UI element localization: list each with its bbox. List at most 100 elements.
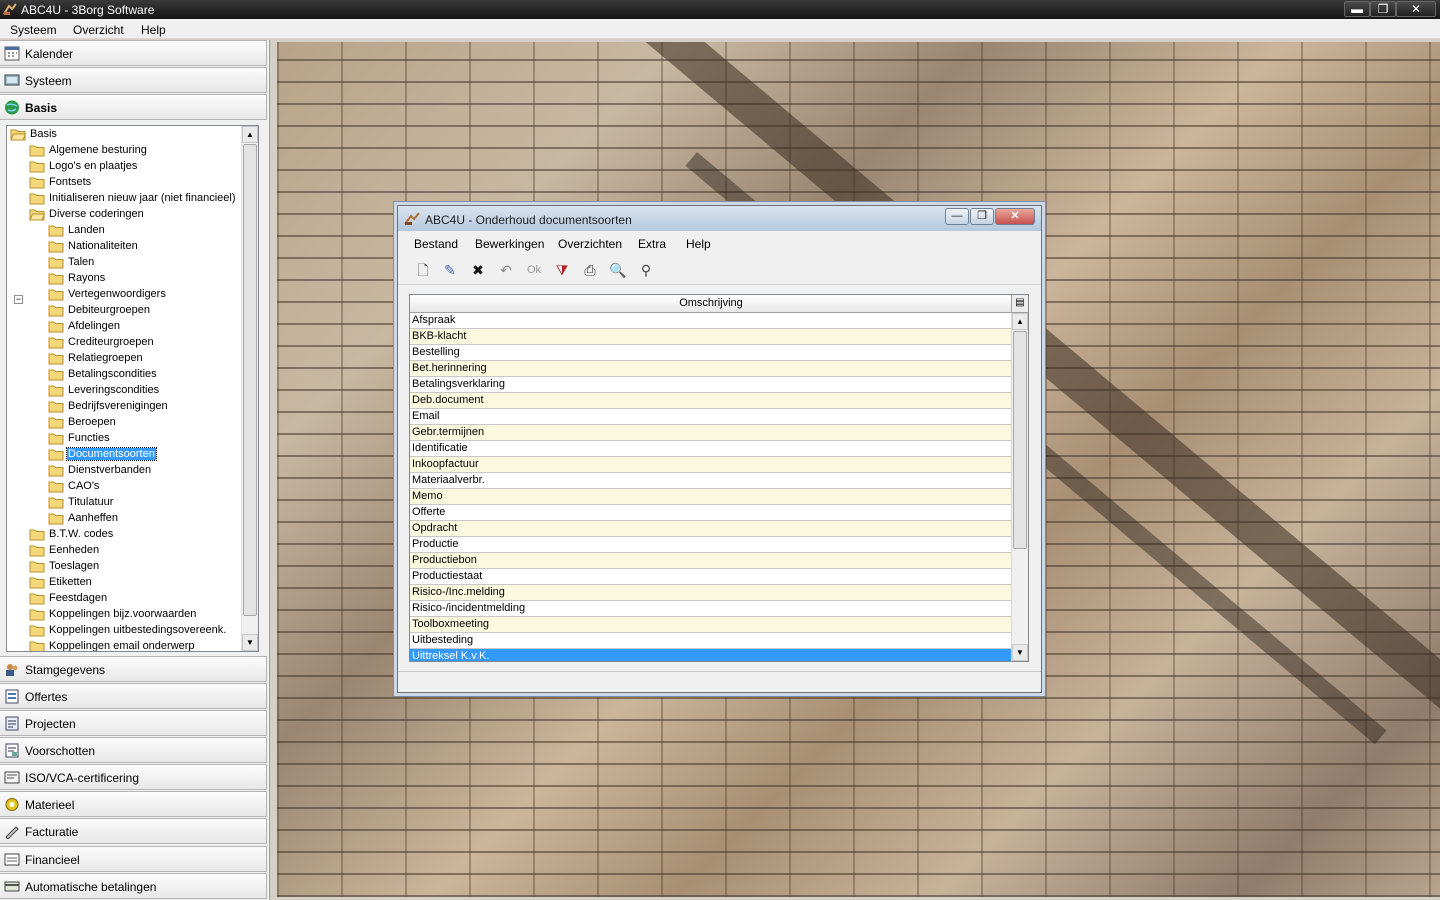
menu-overzicht[interactable]: Overzicht [73,23,124,37]
tree-item-label: Algemene besturing [49,144,147,156]
minimize-button[interactable]: ▬ [1344,1,1370,17]
basis-tree[interactable]: Basis Algemene besturing Logo's en plaatje… [6,125,259,652]
folder-icon [10,129,26,141]
nav-iso-vca-certificering[interactable]: ISO/VCA-certificering [0,764,267,790]
nav-financieel[interactable]: Financieel [0,846,267,872]
table-row[interactable]: Gebr.termijnen [410,425,1013,441]
table-row[interactable]: Deb.document [410,393,1013,409]
collapse-toggle[interactable]: − [14,295,23,304]
column-header-omschrijving[interactable]: Omschrijving [410,295,1013,313]
tree-item-label: Diverse coderingen [49,208,144,220]
tree-item-label: Leveringscondities [68,384,160,396]
table-row[interactable]: Email [410,409,1013,425]
folder-icon [48,497,64,509]
tree-item-label: Crediteurgroepen [68,336,154,348]
edit-icon[interactable]: ✎ [440,261,460,281]
table-row[interactable]: Uitbesteding [410,633,1013,649]
tree-item-label: Bedrijfsverenigingen [68,400,168,412]
table-row[interactable]: Productiebon [410,553,1013,569]
tree-item-label: Vertegenwoordigers [68,288,166,300]
nav-facturatie[interactable]: Facturatie [0,818,267,844]
menu-overzichten[interactable]: Overzichten [558,237,622,251]
pen-icon [5,826,19,839]
scroll-down-button[interactable]: ▼ [1012,644,1028,661]
calendar-icon [4,46,20,61]
main-title-bar[interactable]: ABC4U - 3Borg Software ▬ ❐ ✕ [0,0,1440,19]
table-row[interactable]: Memo [410,489,1013,505]
nav-voorschotten[interactable]: Voorschotten [0,737,267,763]
advance-icon [5,743,19,758]
nav-materieel[interactable]: Materieel [0,791,267,817]
tree-item-label: Dienstverbanden [68,464,152,476]
app-logo-icon [404,212,420,225]
menu-bewerkingen[interactable]: Bewerkingen [475,237,544,251]
nav-automatische-betalingen[interactable]: Automatische betalingen [0,873,267,899]
folder-icon [48,513,64,525]
find-icon[interactable]: ⚲ [636,261,656,281]
table-row[interactable]: Productie [410,537,1013,553]
nav-label: Systeem [25,74,72,88]
nav-projecten[interactable]: Projecten [0,710,267,736]
tree-item-label: Toeslagen [49,560,100,572]
tree-item-label: Etiketten [49,576,92,588]
dialog-minimize-button[interactable]: — [945,208,969,225]
table-row[interactable]: Offerte [410,505,1013,521]
table-row[interactable]: Materiaalverbr. [410,473,1013,489]
menu-extra[interactable]: Extra [638,237,666,251]
folder-icon [48,449,64,461]
dialog-close-button[interactable]: ✕ [995,208,1035,225]
menu-systeem[interactable]: Systeem [10,23,57,37]
dialog-title-bar[interactable]: ABC4U - Onderhoud documentsoorten — ❐ ✕ [398,206,1041,231]
table-row[interactable]: Productiestaat [410,569,1013,585]
table-row[interactable]: Identificatie [410,441,1013,457]
restore-button[interactable]: ❐ [1370,1,1396,17]
system-icon [4,74,20,86]
grid-scrollbar[interactable]: ▲ ▼ [1011,313,1028,661]
nav-stamgegevens[interactable]: Stamgegevens [0,656,267,682]
filter-icon[interactable]: ⧩ [552,261,572,281]
documentsoorten-grid[interactable]: Omschrijving ▤ Afspraak BKB-klacht Bestell… [409,294,1029,662]
column-chooser-icon[interactable]: ▤ [1011,295,1028,313]
status-bar [398,671,1041,692]
globe-icon [5,100,19,115]
scroll-up-button[interactable]: ▲ [1012,313,1028,330]
scroll-thumb[interactable] [243,144,257,616]
folder-icon [48,273,64,285]
folder-icon [29,209,45,221]
nav-kalender[interactable]: Kalender [0,40,267,66]
table-row[interactable]: Opdracht [410,521,1013,537]
tree-item-label: Rayons [68,272,106,284]
table-row-selected[interactable]: Uittreksel K.v.K. [410,649,1013,661]
table-row[interactable]: Bestelling [410,345,1013,361]
delete-icon[interactable]: ✖ [468,261,488,281]
new-icon[interactable]: 🗋 [413,261,433,281]
close-button[interactable]: ✕ [1396,1,1436,17]
table-row[interactable]: BKB-klacht [410,329,1013,345]
folder-icon [48,257,64,269]
table-row[interactable]: Afspraak [410,313,1013,329]
menu-bar: Systeem Overzicht Help [0,19,1440,39]
ok-icon[interactable]: Ok [524,261,544,281]
scroll-up-button[interactable]: ▲ [242,126,258,143]
nav-offertes[interactable]: Offertes [0,683,267,709]
preview-icon[interactable]: 🔍 [608,261,628,281]
print-icon[interactable]: ⎙ [580,261,600,281]
nav-basis[interactable]: Basis [0,94,267,120]
table-row[interactable]: Risico-/Inc.melding [410,585,1013,601]
undo-icon[interactable]: ↶ [496,261,516,281]
scroll-thumb[interactable] [1013,331,1027,549]
table-row[interactable]: Betalingsverklaring [410,377,1013,393]
nav-systeem[interactable]: Systeem [0,67,267,93]
dialog-restore-button[interactable]: ❐ [970,208,994,225]
menu-bestand[interactable]: Bestand [414,237,458,251]
tree-scrollbar[interactable]: ▲ ▼ [241,126,258,651]
table-row[interactable]: Toolboxmeeting [410,617,1013,633]
table-row[interactable]: Inkoopfactuur [410,457,1013,473]
menu-help[interactable]: Help [141,23,166,37]
folder-icon [48,369,64,381]
menu-help[interactable]: Help [686,237,711,251]
gear-icon [5,798,19,811]
scroll-down-button[interactable]: ▼ [242,634,258,651]
table-row[interactable]: Risico-/incidentmelding [410,601,1013,617]
table-row[interactable]: Bet.herinnering [410,361,1013,377]
